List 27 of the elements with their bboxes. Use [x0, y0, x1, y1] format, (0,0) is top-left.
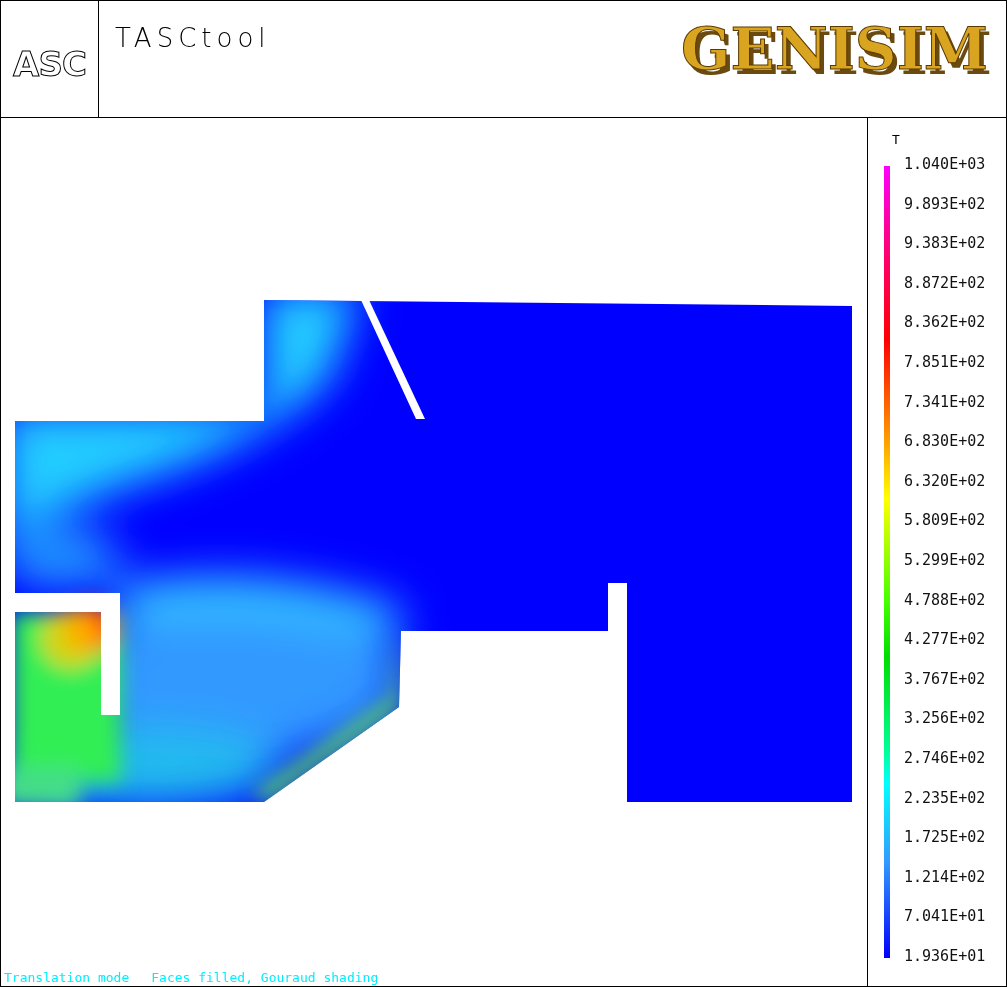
legend-value: 6.830E+02 [904, 433, 986, 451]
legend-value: 8.362E+02 [904, 314, 986, 332]
legend-value: 4.788E+02 [904, 591, 986, 609]
status-text: Faces filled, Gouraud shading [151, 970, 379, 985]
legend-value: 1.725E+02 [904, 829, 986, 847]
legend-value: 7.851E+02 [904, 353, 986, 371]
legend-value: 1.936E+01 [904, 947, 986, 965]
status-text: Translation mode [4, 970, 130, 985]
legend-value: 2.746E+02 [904, 749, 986, 767]
legend-value: 2.235E+02 [904, 789, 986, 807]
legend-value: 3.767E+02 [904, 670, 986, 688]
legend-value: 8.872E+02 [904, 274, 986, 292]
legend-variable: T [892, 132, 901, 149]
legend-value: 1.214E+02 [904, 868, 986, 886]
genisim-logo: GENISIM [680, 15, 988, 83]
asc-logo: ASC [13, 44, 86, 84]
legend-value: 7.041E+01 [904, 908, 986, 926]
app-title: TASCtool [115, 23, 271, 53]
legend-value: 7.341E+02 [904, 393, 986, 411]
legend-value: 5.809E+02 [904, 512, 986, 530]
legend-value: 3.256E+02 [904, 710, 986, 728]
legend-value: 5.299E+02 [904, 551, 986, 569]
legend-value: 1.040E+03 [904, 156, 986, 173]
legend-value: 6.320E+02 [904, 472, 986, 490]
legend-value: 9.383E+02 [904, 235, 986, 253]
legend-value: 4.277E+02 [904, 631, 986, 649]
legend-value: 9.893E+02 [904, 195, 986, 213]
